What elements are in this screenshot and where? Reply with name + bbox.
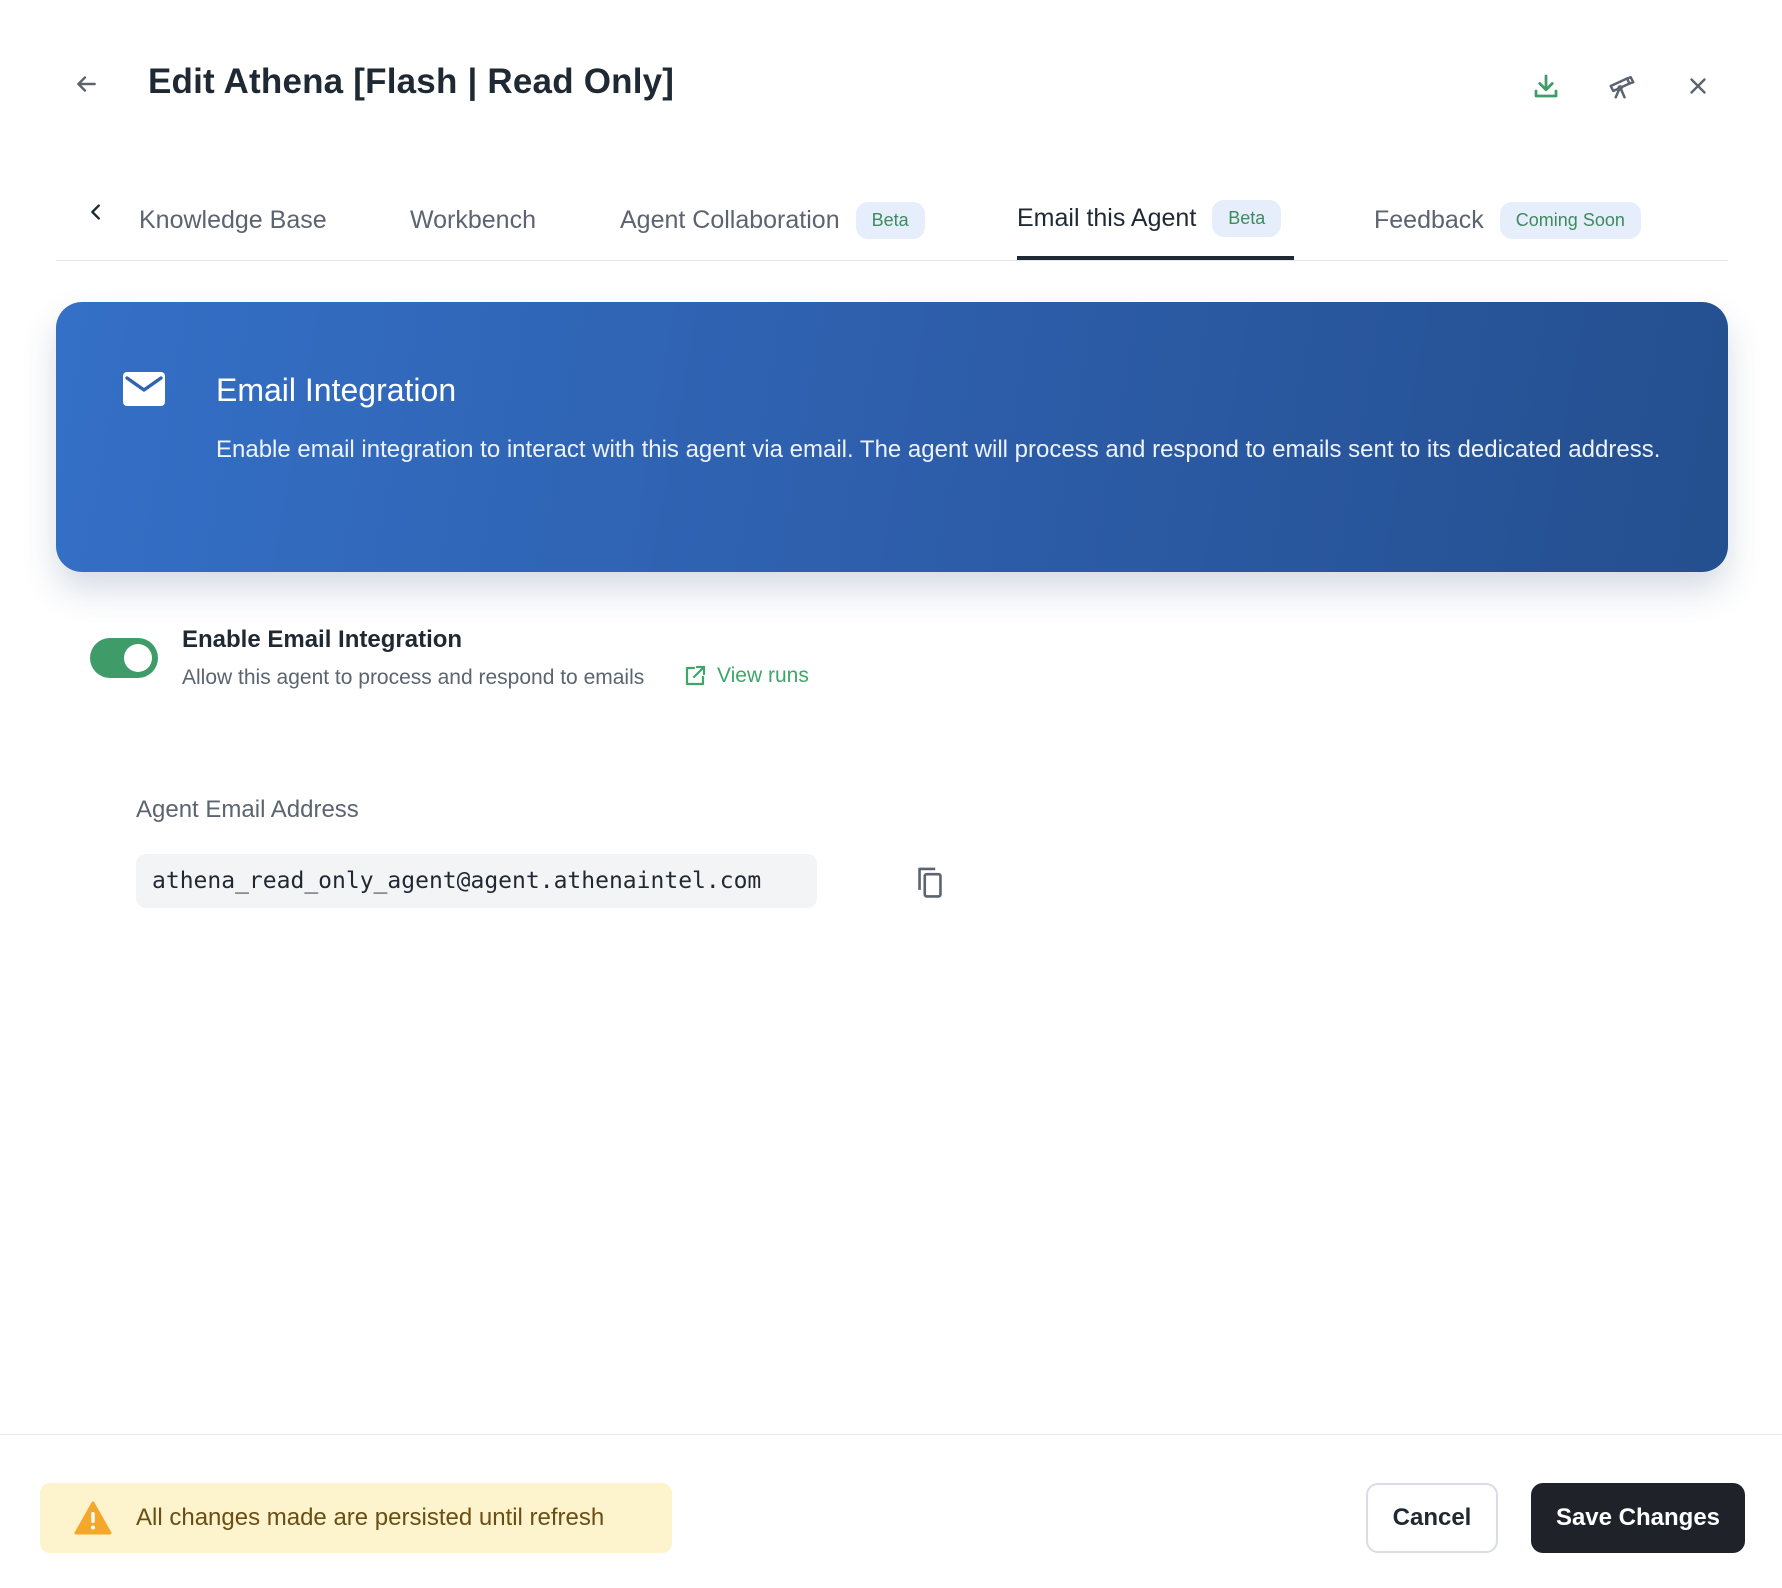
address-label: Agent Email Address [136,796,359,823]
warning-icon [74,1501,112,1535]
cancel-button[interactable]: Cancel [1366,1483,1498,1553]
persistence-notice: All changes made are persisted until ref… [40,1483,672,1553]
tab-label: Knowledge Base [139,205,327,234]
tab-knowledge-base[interactable]: Knowledge Base [139,180,327,260]
tab-label: Feedback [1374,205,1484,234]
tab-email-this-agent[interactable]: Email this Agent Beta [1017,180,1294,260]
view-runs-label: View runs [717,664,809,687]
telescope-icon [1609,76,1635,99]
toggle-knob [124,644,152,672]
external-link-icon [685,665,706,686]
notice-text: All changes made are persisted until ref… [136,1504,605,1531]
tab-feedback[interactable]: Feedback Coming Soon [1374,180,1641,260]
tab-label: Workbench [410,205,536,234]
tab-label: Email this Agent [1017,203,1197,232]
tab-agent-collaboration[interactable]: Agent Collaboration Beta [620,180,925,260]
banner-description: Enable email integration to interact wit… [216,436,1661,463]
page-title: Edit Athena [Flash | Read Only] [148,62,675,101]
beta-badge: Beta [1212,199,1282,237]
mail-icon [123,372,165,406]
telescope-button[interactable] [1602,66,1642,106]
copy-button[interactable] [910,862,950,902]
tab-label: Agent Collaboration [620,205,840,234]
coming-soon-badge: Coming Soon [1499,201,1641,239]
download-icon [1534,74,1558,98]
chevron-left-icon [91,204,100,220]
close-icon [1690,78,1706,94]
view-runs-link[interactable]: View runs [683,664,809,688]
toggle-label: Enable Email Integration [182,626,463,653]
download-button[interactable] [1526,66,1566,106]
email-integration-toggle[interactable] [90,638,158,678]
toggle-description: Allow this agent to process and respond … [182,666,645,689]
back-arrow-icon [77,76,96,92]
copy-icon [918,867,942,898]
footer-divider [0,1434,1782,1435]
tabs-scroll-left-button[interactable] [80,196,112,228]
tab-workbench[interactable]: Workbench [410,180,536,260]
save-changes-button[interactable]: Save Changes [1531,1483,1745,1553]
back-button[interactable] [68,66,104,102]
agent-email-field[interactable]: athena_read_only_agent@agent.athenaintel… [136,854,817,908]
banner-title: Email Integration [216,372,457,408]
beta-badge: Beta [855,201,925,239]
close-button[interactable] [1678,66,1718,106]
